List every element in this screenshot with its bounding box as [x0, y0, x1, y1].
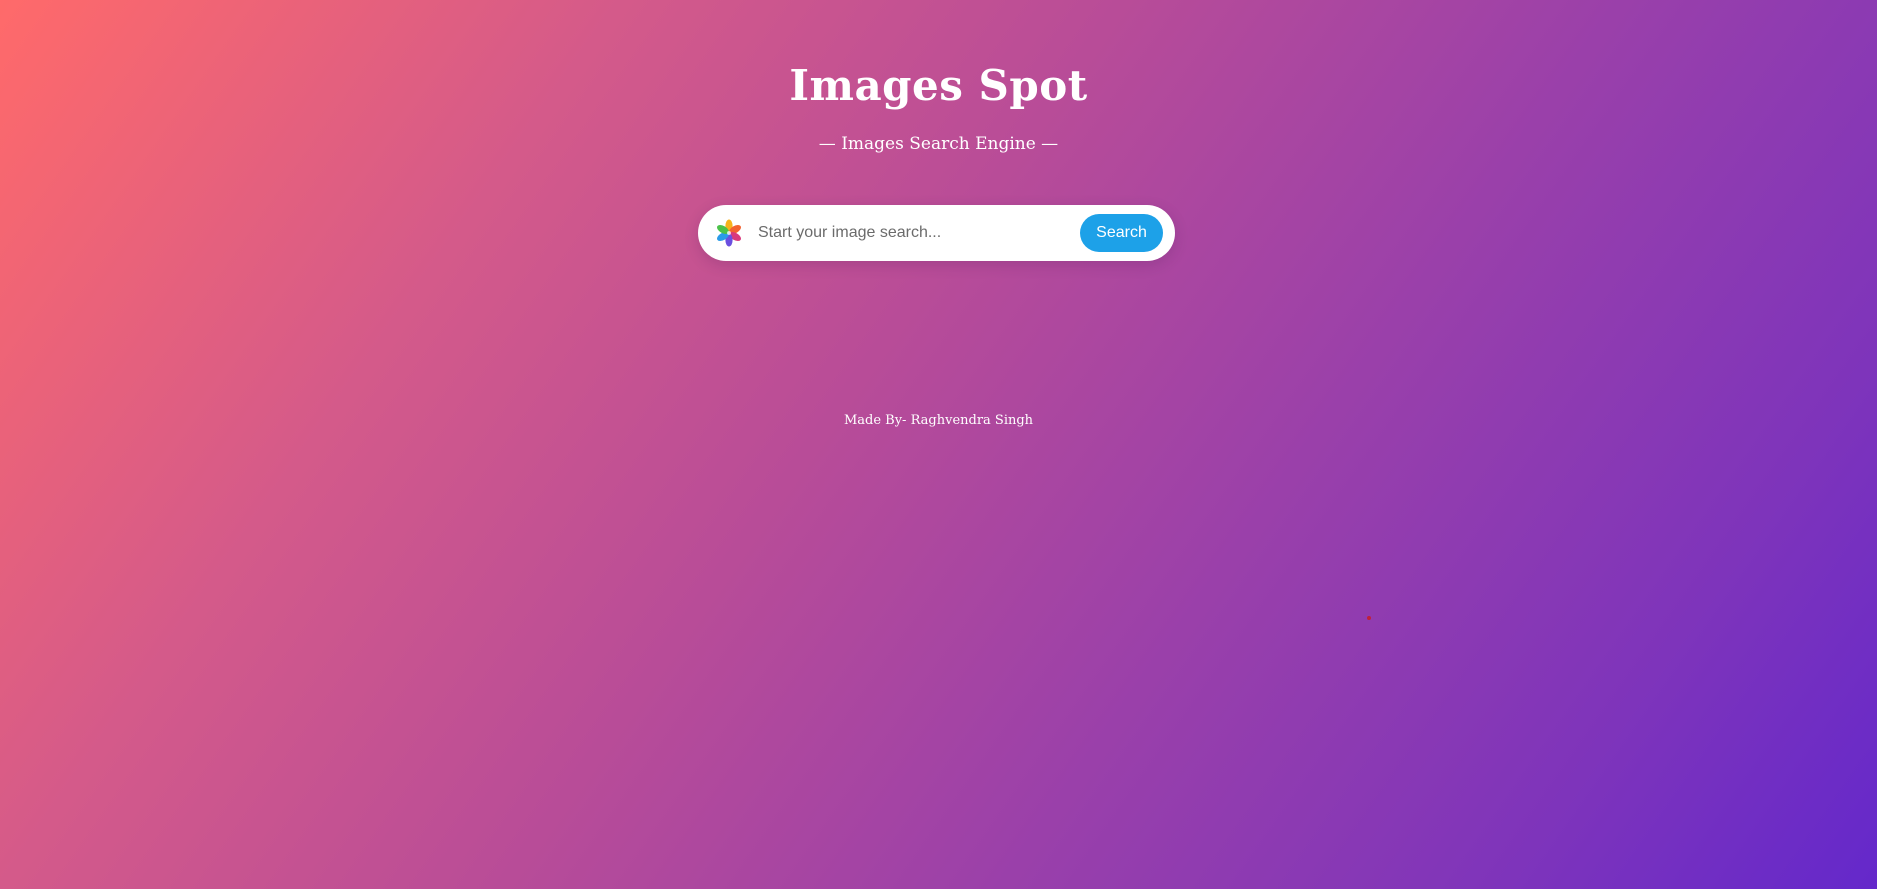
photos-flower-icon	[714, 218, 744, 248]
search-form: Search	[698, 205, 1175, 261]
search-input[interactable]	[758, 217, 1050, 249]
footer-credit: Made By- Raghvendra Singh	[843, 413, 1034, 428]
page: Images Spot — Images Search Engine — Sea…	[0, 0, 1877, 889]
search-button[interactable]: Search	[1080, 214, 1163, 252]
cursor-dot	[1367, 616, 1371, 620]
page-subtitle: — Images Search Engine —	[818, 134, 1059, 154]
page-title: Images Spot	[789, 61, 1088, 110]
